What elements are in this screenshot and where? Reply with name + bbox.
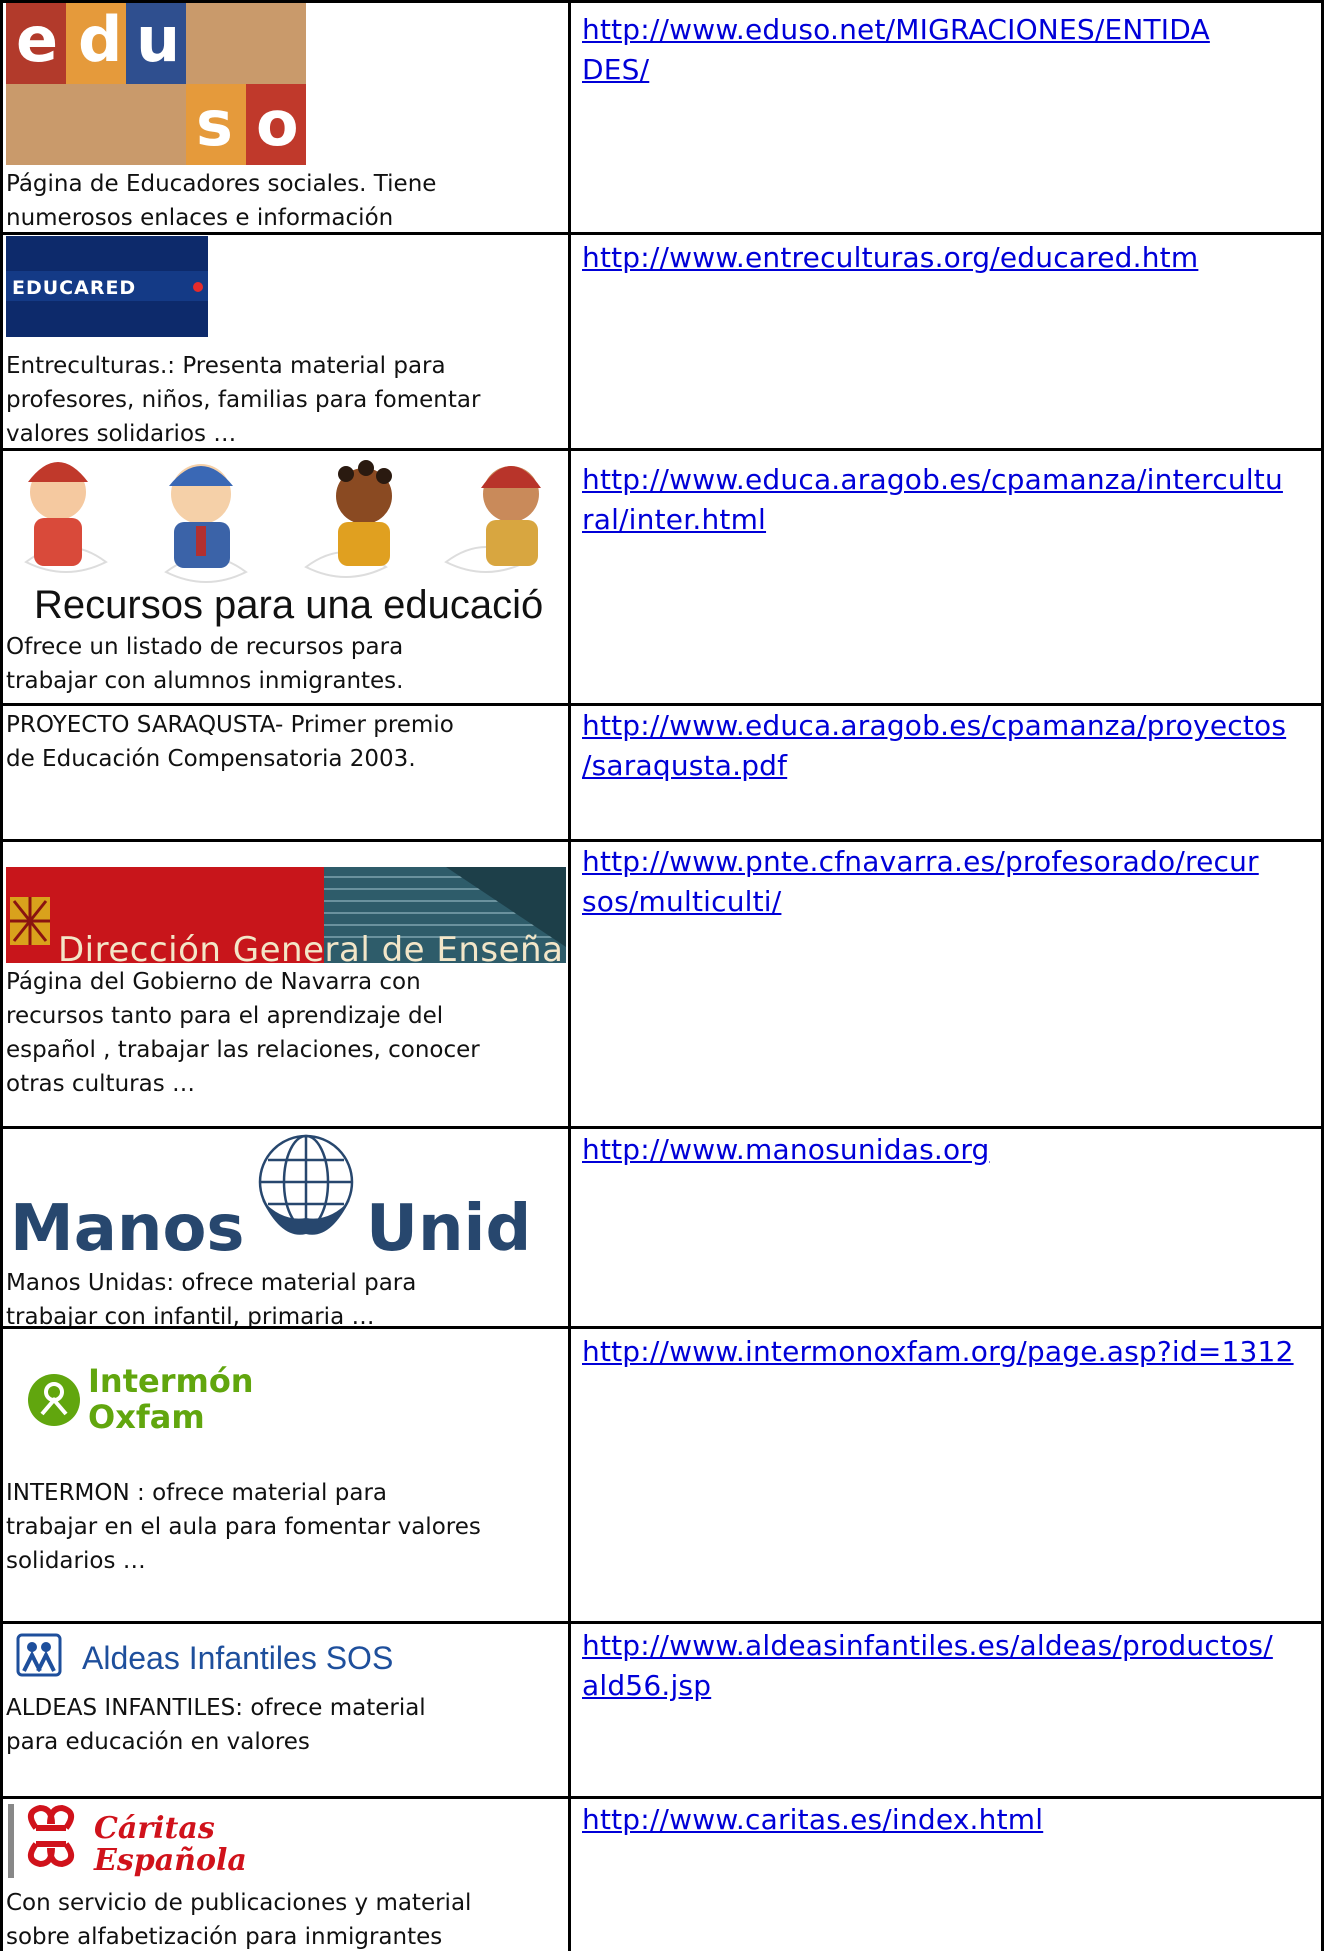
resource-link[interactable]: http://www.aldeasinfantiles.es/aldeas/pr… — [582, 1629, 1273, 1702]
eduso-letter: u — [136, 3, 180, 76]
resource-description: Con servicio de publicaciones y material… — [6, 1890, 472, 1950]
resource-description: Página del Gobierno de Navarra con recur… — [6, 969, 480, 1097]
resource-link[interactable]: http://www.entreculturas.org/educared.ht… — [582, 241, 1198, 274]
eduso-letter: o — [256, 87, 299, 160]
educared-logo: EDUCARED — [6, 236, 208, 337]
table-row: Recursos para una educació Ofrece un lis… — [6, 452, 566, 703]
caritas-logo: Cáritas Española — [8, 1804, 247, 1878]
resource-link[interactable]: http://www.manosunidas.org — [582, 1133, 990, 1166]
eduso-logo: e d u s o — [6, 3, 306, 165]
navarra-banner-text: Dirección General de Enseñanzas Escol — [58, 930, 566, 963]
resource-description: ALDEAS INFANTILES: ofrece material para … — [6, 1695, 426, 1755]
table-row-link-cell: http://www.eduso.net/MIGRACIONES/ENTIDA … — [582, 10, 1322, 90]
table-row: Aldeas Infantiles SOS ALDEAS INFANTILES:… — [6, 1625, 566, 1796]
resource-link[interactable]: http://www.eduso.net/MIGRACIONES/ENTIDA … — [582, 13, 1210, 86]
table-row-link-cell: http://www.intermonoxfam.org/page.asp?id… — [582, 1332, 1322, 1372]
table-row-link-cell: http://www.aldeasinfantiles.es/aldeas/pr… — [582, 1626, 1322, 1706]
resource-link[interactable]: http://www.caritas.es/index.html — [582, 1803, 1043, 1836]
resource-description: INTERMON : ofrece material para trabajar… — [6, 1480, 481, 1574]
table-row-link-cell: http://www.entreculturas.org/educared.ht… — [582, 238, 1322, 278]
resource-description: Página de Educadores sociales. Tiene num… — [6, 171, 437, 231]
table-border-left — [0, 0, 3, 1951]
eduso-letter: d — [78, 3, 122, 76]
table-row-link-cell: http://www.pnte.cfnavarra.es/profesorado… — [582, 842, 1322, 922]
child-figure — [336, 460, 392, 566]
resource-description: Entreculturas.: Presenta material para p… — [6, 353, 481, 447]
intermon-oxfam-logo: Intermón Oxfam — [28, 1362, 254, 1436]
resource-description: Manos Unidas: ofrece material para traba… — [6, 1270, 417, 1326]
resource-description: PROYECTO SARAQUSTA- Primer premio de Edu… — [6, 712, 454, 772]
intermon-logo-word: Intermón — [88, 1362, 254, 1400]
aldeas-children-icon — [16, 1633, 62, 1677]
aldeas-sos-logo: Aldeas Infantiles SOS — [16, 1633, 393, 1677]
table-row: Dirección General de Enseñanzas Escol Pá… — [6, 843, 566, 1126]
resource-link[interactable]: http://www.intermonoxfam.org/page.asp?id… — [582, 1335, 1294, 1368]
column-divider — [568, 0, 571, 1951]
caritas-cross-icon — [27, 1804, 75, 1868]
resource-link[interactable]: http://www.educa.aragob.es/cpamanza/inte… — [582, 463, 1283, 536]
manos-unidas-logo: Manos Unid — [10, 1134, 531, 1266]
navarra-coat-of-arms-icon — [10, 897, 50, 945]
table-row: Manos Unid Manos Unidas: ofrece material… — [6, 1130, 566, 1326]
row-divider — [0, 1621, 1324, 1624]
educared-logo-text: EDUCARED — [12, 277, 136, 299]
table-row-link-cell: http://www.educa.aragob.es/cpamanza/proy… — [582, 706, 1322, 786]
table-row-link-cell: http://www.educa.aragob.es/cpamanza/inte… — [582, 460, 1322, 540]
row-divider — [0, 1326, 1324, 1329]
intermon-logo-word: Oxfam — [88, 1398, 205, 1436]
resource-link[interactable]: http://www.educa.aragob.es/cpamanza/proy… — [582, 709, 1286, 782]
oxfam-icon — [28, 1374, 80, 1426]
row-divider — [0, 448, 1324, 451]
table-row: PROYECTO SARAQUSTA- Primer premio de Edu… — [6, 708, 566, 839]
resource-table: e d u s o Página de Educadores sociales.… — [0, 0, 1324, 1951]
manos-logo-word: Manos — [10, 1192, 245, 1262]
eduso-letter: e — [16, 3, 58, 76]
table-row: Cáritas Española Con servicio de publica… — [6, 1800, 566, 1951]
table-row: e d u s o Página de Educadores sociales.… — [6, 3, 566, 232]
manos-logo-word: Unid — [366, 1192, 531, 1262]
row-divider — [0, 232, 1324, 235]
caritas-logo-word: Española — [93, 1843, 247, 1878]
illustration-caption: Recursos para una educació — [34, 583, 543, 627]
children-illustration: Recursos para una educació — [6, 452, 566, 628]
resource-description: Ofrece un listado de recursos para traba… — [6, 634, 404, 694]
table-row: Intermón Oxfam INTERMON : ofrece materia… — [6, 1330, 566, 1621]
table-row-link-cell: http://www.manosunidas.org — [582, 1130, 1322, 1170]
caritas-logo-word: Cáritas — [94, 1811, 215, 1846]
row-divider — [0, 1796, 1324, 1799]
table-row-link-cell: http://www.caritas.es/index.html — [582, 1800, 1322, 1840]
navarra-banner: Dirección General de Enseñanzas Escol — [6, 867, 566, 963]
resource-link[interactable]: http://www.pnte.cfnavarra.es/profesorado… — [582, 845, 1259, 918]
eduso-letter: s — [196, 87, 233, 160]
row-divider — [0, 1126, 1324, 1129]
aldeas-logo-text: Aldeas Infantiles SOS — [82, 1640, 393, 1676]
table-row: EDUCARED Entreculturas.: Presenta materi… — [6, 236, 566, 448]
